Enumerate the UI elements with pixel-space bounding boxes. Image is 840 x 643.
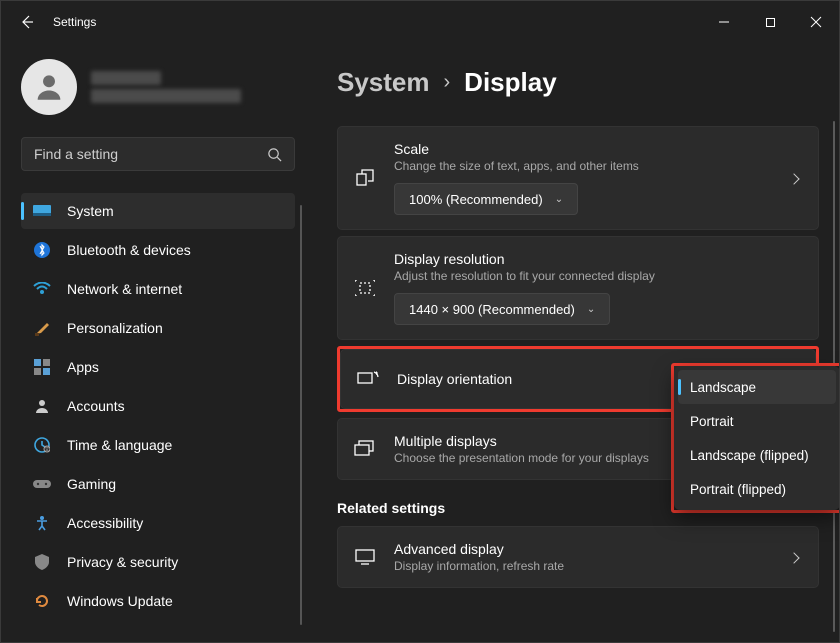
chevron-down-icon: ⌄: [587, 304, 595, 315]
person-icon: [33, 398, 51, 414]
breadcrumb: System › Display: [337, 67, 819, 98]
sidebar-item-update[interactable]: Windows Update: [21, 583, 295, 619]
settings-window: Settings: [0, 0, 840, 643]
multiple-displays-icon: [354, 440, 376, 458]
brush-icon: [33, 320, 51, 336]
resolution-dropdown[interactable]: 1440 × 900 (Recommended) ⌄: [394, 293, 610, 325]
scale-desc: Change the size of text, apps, and other…: [394, 159, 772, 173]
monitor-icon: [354, 549, 376, 565]
orientation-popup-highlight: Landscape Portrait Landscape (flipped) P…: [671, 363, 839, 513]
option-label: Landscape (flipped): [690, 448, 809, 463]
close-button[interactable]: [793, 5, 839, 39]
wifi-icon: [33, 282, 51, 296]
scale-text: Scale Change the size of text, apps, and…: [394, 141, 772, 215]
apps-icon: [33, 359, 51, 375]
nav-label: Time & language: [67, 437, 172, 453]
nav-label: Personalization: [67, 320, 163, 336]
body: Find a setting System Bluetooth & device…: [1, 43, 839, 642]
option-label: Portrait (flipped): [690, 482, 786, 497]
avatar: [21, 59, 77, 115]
breadcrumb-leaf: Display: [464, 67, 557, 98]
maximize-button[interactable]: [747, 5, 793, 39]
nav-label: Accounts: [67, 398, 125, 414]
nav-label: Gaming: [67, 476, 116, 492]
resolution-value: 1440 × 900 (Recommended): [409, 302, 575, 317]
sidebar: Find a setting System Bluetooth & device…: [1, 43, 301, 642]
clock-icon: 文: [33, 437, 51, 453]
nav-label: Network & internet: [67, 281, 182, 297]
bluetooth-icon: [33, 242, 51, 258]
orientation-option-portrait[interactable]: Portrait: [674, 404, 839, 438]
nav-label: System: [67, 203, 114, 219]
resolution-desc: Adjust the resolution to fit your connec…: [394, 269, 802, 283]
advanced-display-card[interactable]: Advanced display Display information, re…: [337, 526, 819, 588]
sidebar-item-accounts[interactable]: Accounts: [21, 388, 295, 424]
orientation-option-landscape-flipped[interactable]: Landscape (flipped): [674, 438, 839, 472]
scale-title: Scale: [394, 141, 772, 157]
resolution-icon: [354, 280, 376, 296]
sidebar-item-accessibility[interactable]: Accessibility: [21, 505, 295, 541]
nav-label: Privacy & security: [67, 554, 178, 570]
orientation-icon: [357, 370, 379, 388]
option-label: Landscape: [690, 380, 756, 395]
nav: System Bluetooth & devices Network & int…: [21, 193, 295, 622]
svg-text:文: 文: [44, 446, 49, 453]
window-title: Settings: [53, 15, 96, 29]
resolution-title: Display resolution: [394, 251, 802, 267]
accessibility-icon: [33, 515, 51, 531]
account-name-redacted: [91, 71, 161, 85]
sidebar-item-bluetooth[interactable]: Bluetooth & devices: [21, 232, 295, 268]
orientation-option-portrait-flipped[interactable]: Portrait (flipped): [674, 472, 839, 506]
resolution-text: Display resolution Adjust the resolution…: [394, 251, 802, 325]
orientation-popup: Landscape Portrait Landscape (flipped) P…: [674, 366, 839, 510]
sidebar-item-apps[interactable]: Apps: [21, 349, 295, 385]
chevron-right-icon: [790, 170, 802, 186]
orientation-option-landscape[interactable]: Landscape: [678, 370, 836, 404]
minimize-button[interactable]: [701, 5, 747, 39]
nav-label: Apps: [67, 359, 99, 375]
sidebar-item-system[interactable]: System: [21, 193, 295, 229]
shield-icon: [33, 554, 51, 570]
account-text: [91, 71, 241, 103]
option-label: Portrait: [690, 414, 734, 429]
scale-dropdown[interactable]: 100% (Recommended) ⌄: [394, 183, 578, 215]
sidebar-item-gaming[interactable]: Gaming: [21, 466, 295, 502]
chevron-right-icon: ›: [444, 71, 451, 94]
advanced-display-desc: Display information, refresh rate: [394, 559, 772, 573]
scale-icon: [354, 168, 376, 188]
nav-label: Bluetooth & devices: [67, 242, 191, 258]
search-input[interactable]: Find a setting: [21, 137, 295, 171]
nav-label: Windows Update: [67, 593, 173, 609]
resolution-card[interactable]: Display resolution Adjust the resolution…: [337, 236, 819, 340]
advanced-display-text: Advanced display Display information, re…: [394, 541, 772, 573]
chevron-right-icon: [790, 549, 802, 565]
update-icon: [33, 593, 51, 609]
sidebar-item-personalization[interactable]: Personalization: [21, 310, 295, 346]
sidebar-item-privacy[interactable]: Privacy & security: [21, 544, 295, 580]
nav-label: Accessibility: [67, 515, 143, 531]
chevron-down-icon: ⌄: [555, 194, 563, 205]
system-icon: [33, 204, 51, 218]
titlebar: Settings: [1, 1, 839, 43]
account-email-redacted: [91, 89, 241, 103]
back-button[interactable]: [9, 4, 45, 40]
main-content: System › Display Scale Change the size o…: [301, 43, 839, 642]
window-controls: [701, 5, 839, 39]
gamepad-icon: [33, 478, 51, 490]
account-header[interactable]: [21, 59, 295, 115]
scale-card[interactable]: Scale Change the size of text, apps, and…: [337, 126, 819, 230]
scale-value: 100% (Recommended): [409, 192, 543, 207]
advanced-display-title: Advanced display: [394, 541, 772, 557]
search-icon: [267, 147, 282, 162]
breadcrumb-parent[interactable]: System: [337, 67, 430, 98]
search-placeholder: Find a setting: [34, 146, 118, 162]
sidebar-item-time[interactable]: 文 Time & language: [21, 427, 295, 463]
sidebar-item-network[interactable]: Network & internet: [21, 271, 295, 307]
